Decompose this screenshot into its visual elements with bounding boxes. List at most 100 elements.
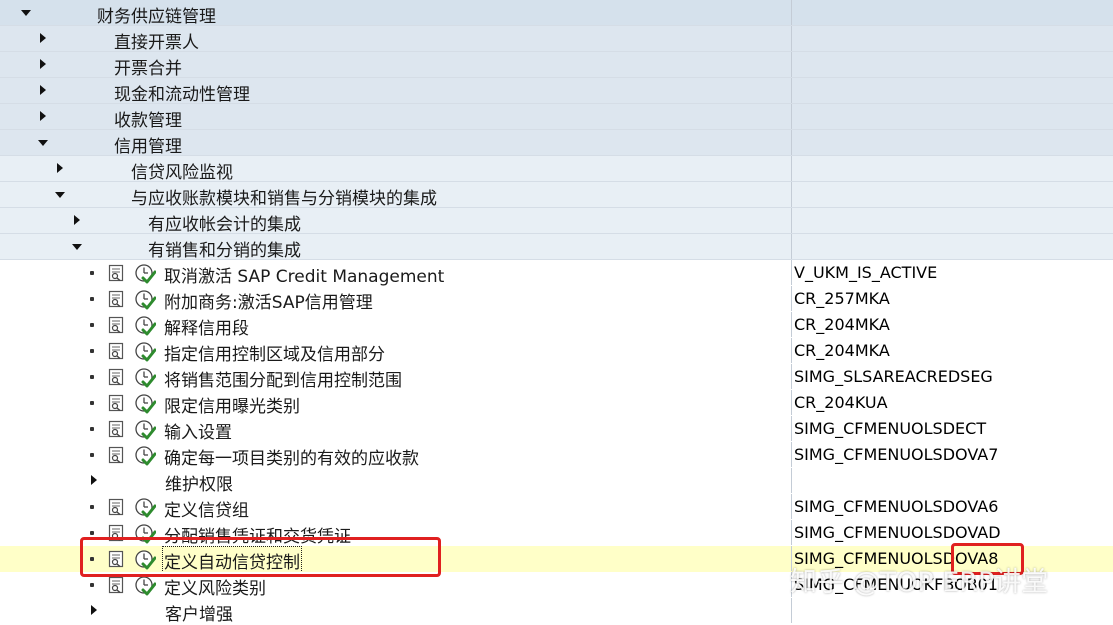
execute-icon[interactable] [134, 393, 156, 415]
execute-icon[interactable] [134, 341, 156, 363]
expand-arrow-icon[interactable] [36, 26, 50, 51]
node-label[interactable]: 客户增强 [165, 600, 233, 625]
execute-icon[interactable] [134, 549, 156, 571]
tree-cell [0, 156, 792, 181]
tree-node-row[interactable]: 与应收账款模块和销售与分销模块的集成 [0, 182, 1113, 209]
expand-arrow-icon[interactable] [53, 156, 67, 181]
activity-label[interactable]: 定义自动信贷控制 [162, 546, 302, 575]
node-label[interactable]: 信贷风险监视 [131, 158, 233, 183]
tree-cell [0, 208, 792, 233]
activity-row[interactable]: 取消激活 SAP Credit Management V_UKM_IS_ACTIV… [0, 260, 1113, 287]
tree-node-row[interactable]: 有销售和分销的集成 [0, 234, 1113, 261]
node-label[interactable]: 直接开票人 [114, 28, 199, 53]
activity-row[interactable]: 确定每一项目类别的有效的应收款 SIMG_CFMENUOLSDOVA7 [0, 442, 1113, 469]
documentation-icon[interactable] [108, 368, 125, 386]
node-label[interactable]: 收款管理 [114, 106, 182, 131]
activity-label[interactable]: 指定信用控制区域及信用部分 [164, 340, 385, 365]
subfolder-row[interactable]: 维护权限 [0, 468, 1113, 495]
bullet-icon [89, 520, 97, 545]
documentation-icon[interactable] [108, 290, 125, 308]
activity-label[interactable]: 取消激活 SAP Credit Management [164, 262, 444, 287]
tree-node-row[interactable]: 直接开票人 [0, 26, 1113, 53]
tree-node-row[interactable]: 财务供应链管理 [0, 0, 1113, 27]
execute-icon[interactable] [134, 419, 156, 441]
collapse-arrow-icon[interactable] [36, 130, 50, 155]
bullet-icon [89, 494, 97, 519]
activity-row[interactable]: 输入设置 SIMG_CFMENUOLSDECT [0, 416, 1113, 443]
documentation-icon[interactable] [108, 446, 125, 464]
documentation-icon[interactable] [108, 576, 125, 594]
tree-node-row[interactable]: 有应收帐会计的集成 [0, 208, 1113, 235]
activity-label[interactable]: 输入设置 [164, 418, 232, 443]
tree-cell [0, 598, 792, 623]
activity-row[interactable]: 将销售范围分配到信用控制范围 SIMG_SLSAREACREDSEG [0, 364, 1113, 391]
execute-icon[interactable] [134, 263, 156, 285]
documentation-icon[interactable] [108, 550, 125, 568]
node-label[interactable]: 财务供应链管理 [97, 2, 216, 27]
node-label[interactable]: 现金和流动性管理 [114, 80, 250, 105]
execute-icon[interactable] [134, 497, 156, 519]
collapse-arrow-icon[interactable] [53, 182, 67, 207]
execute-icon[interactable] [134, 315, 156, 337]
activity-row[interactable]: 解释信用段 CR_204MKA [0, 312, 1113, 339]
transaction-code: CR_204MKA [794, 315, 890, 334]
documentation-icon[interactable] [108, 420, 125, 438]
bullet-icon [89, 442, 97, 467]
transaction-code: SIMG_CFMENUOLSDOVAD [794, 523, 1001, 542]
documentation-icon[interactable] [108, 264, 125, 282]
execute-icon[interactable] [134, 445, 156, 467]
activity-row[interactable]: 定义信贷组 SIMG_CFMENUOLSDOVA6 [0, 494, 1113, 521]
tree-node-row[interactable]: 信贷风险监视 [0, 156, 1113, 183]
activity-label[interactable]: 解释信用段 [164, 314, 249, 339]
execute-icon[interactable] [134, 367, 156, 389]
documentation-icon[interactable] [108, 524, 125, 542]
node-label[interactable]: 与应收账款模块和销售与分销模块的集成 [131, 184, 437, 209]
transaction-code: CR_204MKA [794, 341, 890, 360]
bullet-icon [89, 546, 97, 571]
activity-label[interactable]: 限定信用曝光类别 [164, 392, 300, 417]
transaction-code: SIMG_CFMENUOLSDOVA7 [794, 445, 999, 464]
activity-row[interactable]: 分配销售凭证和交货凭证 SIMG_CFMENUOLSDOVAD [0, 520, 1113, 547]
activity-label[interactable]: 确定每一项目类别的有效的应收款 [164, 444, 419, 469]
node-label[interactable]: 有应收帐会计的集成 [148, 210, 301, 235]
transaction-code: SIMG_CFMENUOLSDOVA6 [794, 497, 999, 516]
activity-label[interactable]: 附加商务:激活SAP信用管理 [164, 288, 373, 313]
tree-node-row[interactable]: 现金和流动性管理 [0, 78, 1113, 105]
node-label[interactable]: 信用管理 [114, 132, 182, 157]
activity-row[interactable]: 附加商务:激活SAP信用管理 CR_257MKA [0, 286, 1113, 313]
documentation-icon[interactable] [108, 342, 125, 360]
bullet-icon [89, 260, 97, 285]
expand-arrow-icon[interactable] [70, 208, 84, 233]
watermark: 知乎 @TOP ERP讲堂 [790, 567, 1049, 598]
activity-row[interactable]: 指定信用控制区域及信用部分 CR_204MKA [0, 338, 1113, 365]
activity-label[interactable]: 定义风险类别 [164, 574, 266, 599]
execute-icon[interactable] [134, 289, 156, 311]
activity-row[interactable]: 限定信用曝光类别 CR_204KUA [0, 390, 1113, 417]
documentation-icon[interactable] [108, 498, 125, 516]
bullet-icon [89, 572, 97, 597]
documentation-icon[interactable] [108, 316, 125, 334]
tree-node-row[interactable]: 收款管理 [0, 104, 1113, 131]
node-label[interactable]: 开票合并 [114, 54, 182, 79]
expand-arrow-icon[interactable] [36, 52, 50, 77]
expand-arrow-icon[interactable] [36, 78, 50, 103]
activity-label[interactable]: 定义信贷组 [164, 496, 249, 521]
tree-cell [0, 234, 792, 259]
documentation-icon[interactable] [108, 394, 125, 412]
bullet-icon [89, 364, 97, 389]
expand-arrow-icon[interactable] [87, 598, 101, 623]
transaction-code: SIMG_SLSAREACREDSEG [794, 367, 993, 386]
expand-arrow-icon[interactable] [87, 468, 101, 493]
node-label[interactable]: 维护权限 [165, 470, 233, 495]
execute-icon[interactable] [134, 523, 156, 545]
collapse-arrow-icon[interactable] [19, 0, 33, 25]
node-label[interactable]: 有销售和分销的集成 [148, 236, 301, 261]
tree-node-row[interactable]: 开票合并 [0, 52, 1113, 79]
execute-icon[interactable] [134, 575, 156, 597]
activity-label[interactable]: 将销售范围分配到信用控制范围 [164, 366, 402, 391]
collapse-arrow-icon[interactable] [70, 234, 84, 259]
activity-label[interactable]: 分配销售凭证和交货凭证 [164, 522, 351, 547]
expand-arrow-icon[interactable] [36, 104, 50, 129]
subfolder-row[interactable]: 客户增强 [0, 598, 1113, 625]
tree-node-row[interactable]: 信用管理 [0, 130, 1113, 157]
